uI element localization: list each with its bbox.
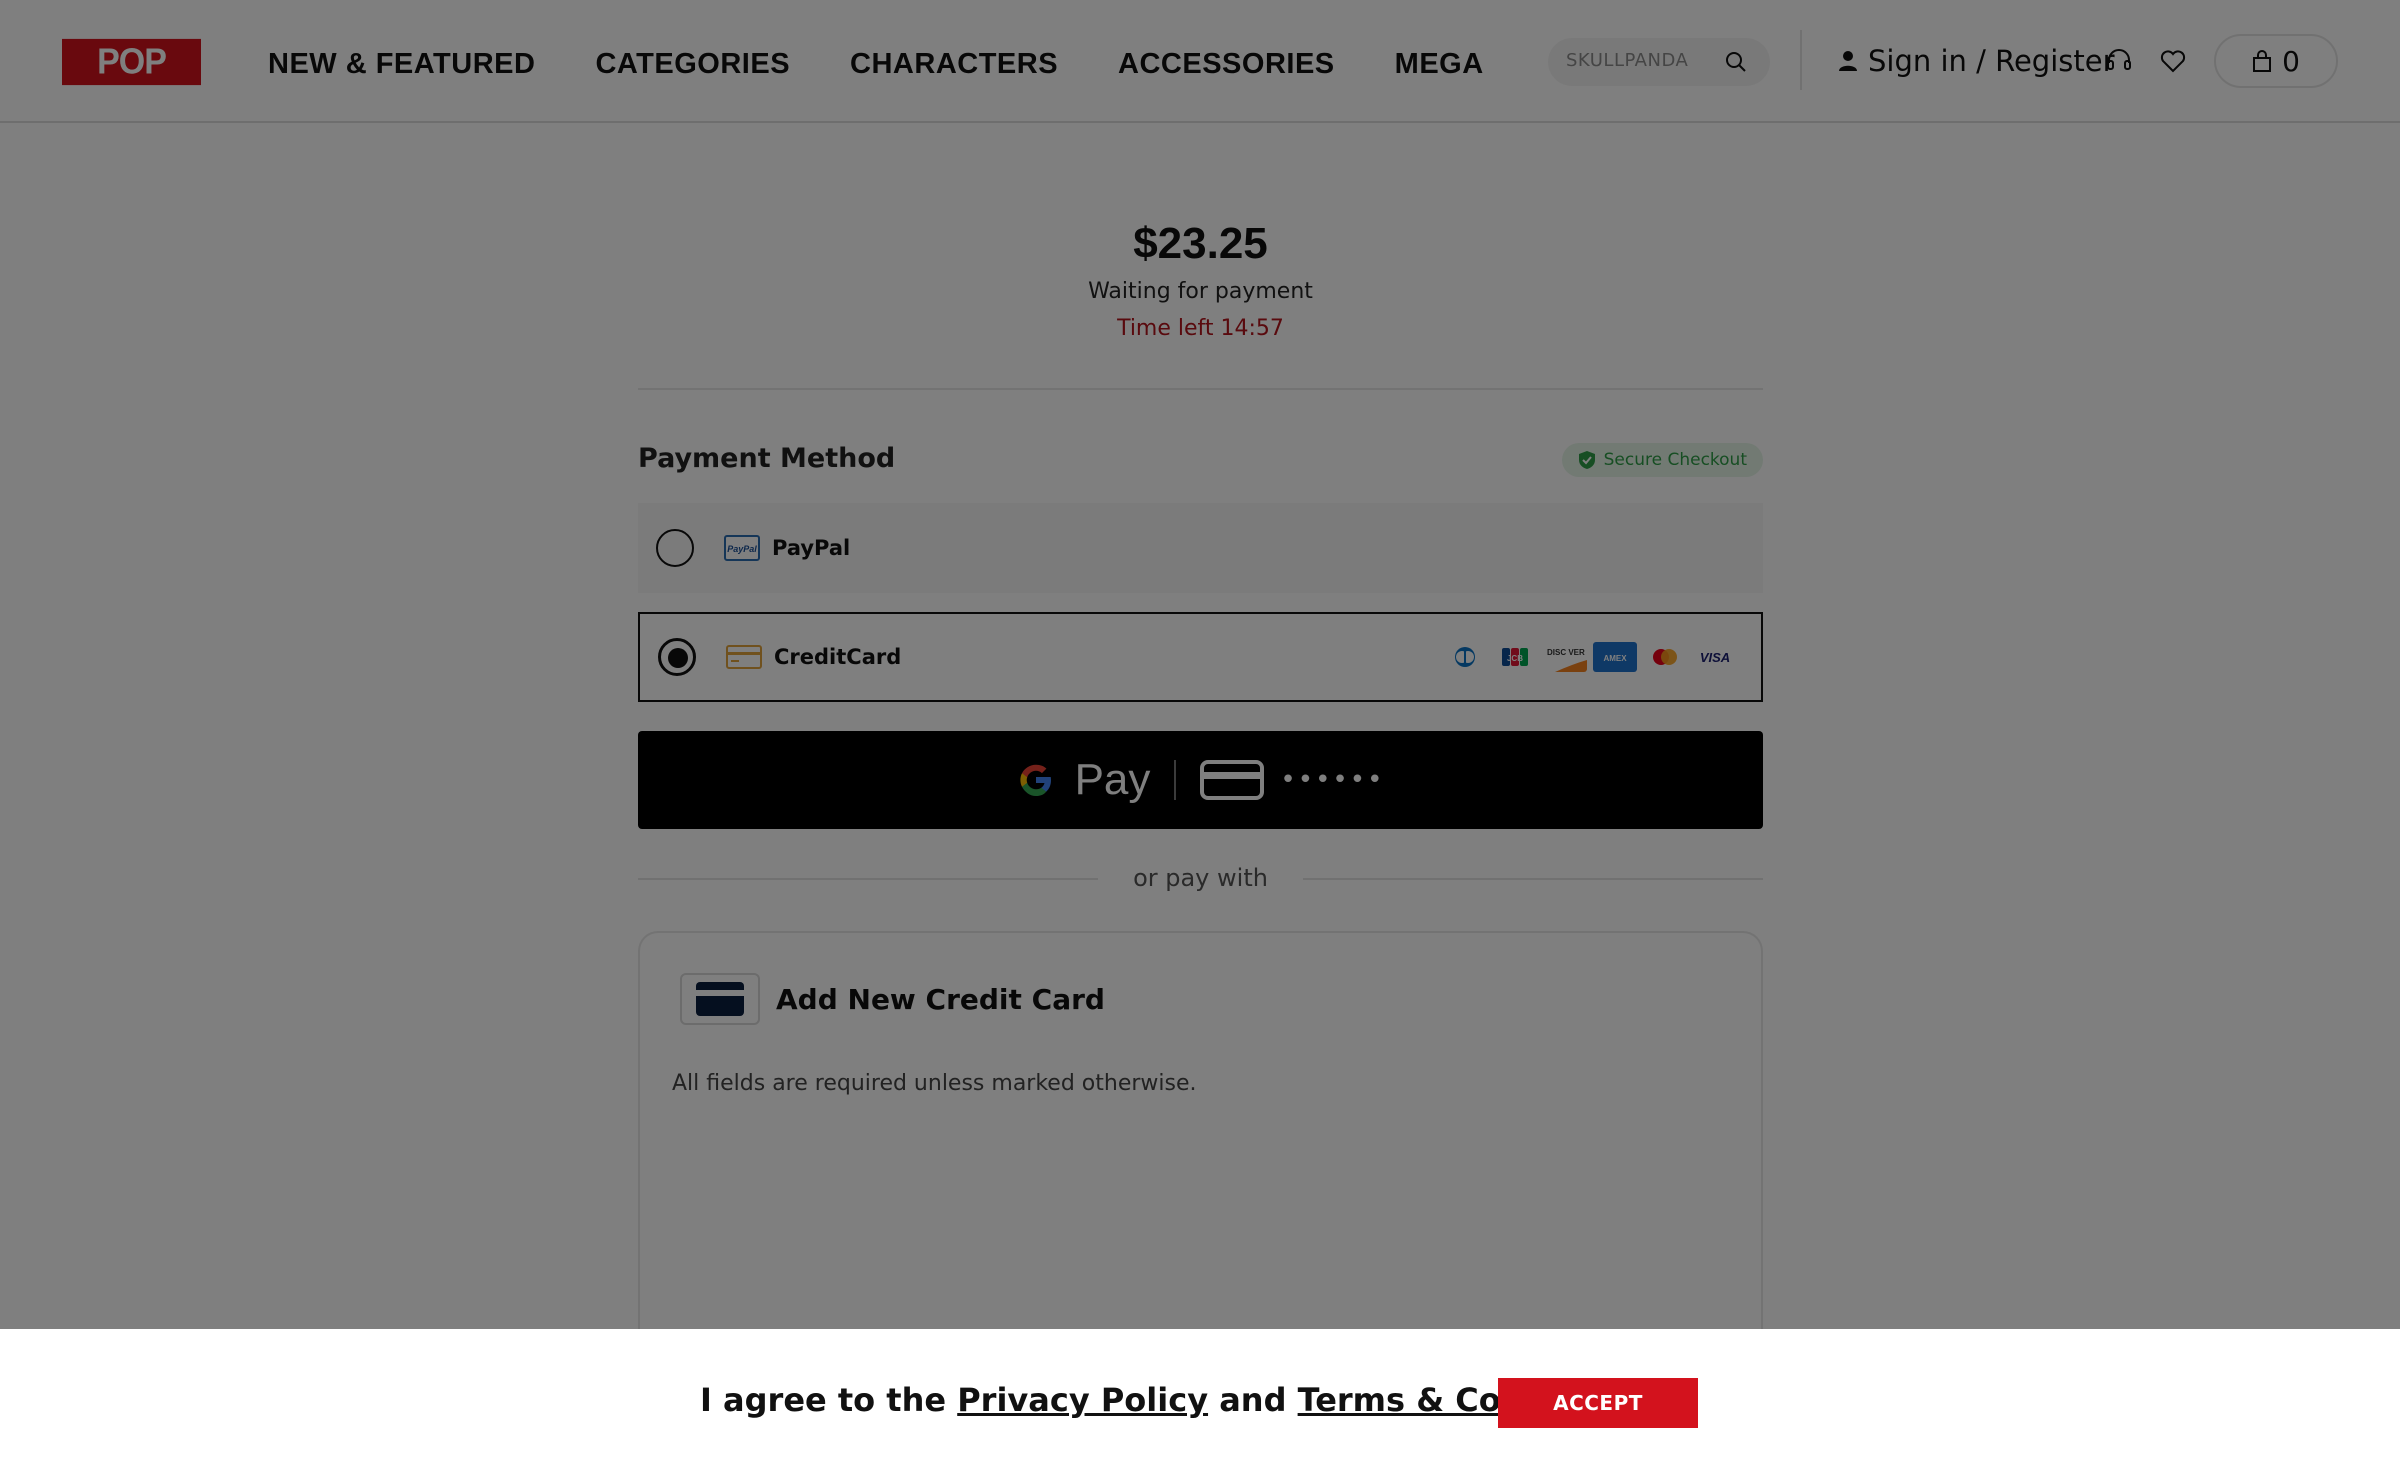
accept-button[interactable]: ACCEPT: [1498, 1378, 1698, 1428]
privacy-policy-link[interactable]: Privacy Policy: [957, 1381, 1208, 1419]
consent-and: and: [1208, 1381, 1298, 1419]
consent-prefix: I agree to the: [700, 1381, 958, 1419]
consent-bar: I agree to the Privacy Policy and Terms …: [0, 1329, 2400, 1478]
modal-overlay: [0, 0, 2400, 1329]
